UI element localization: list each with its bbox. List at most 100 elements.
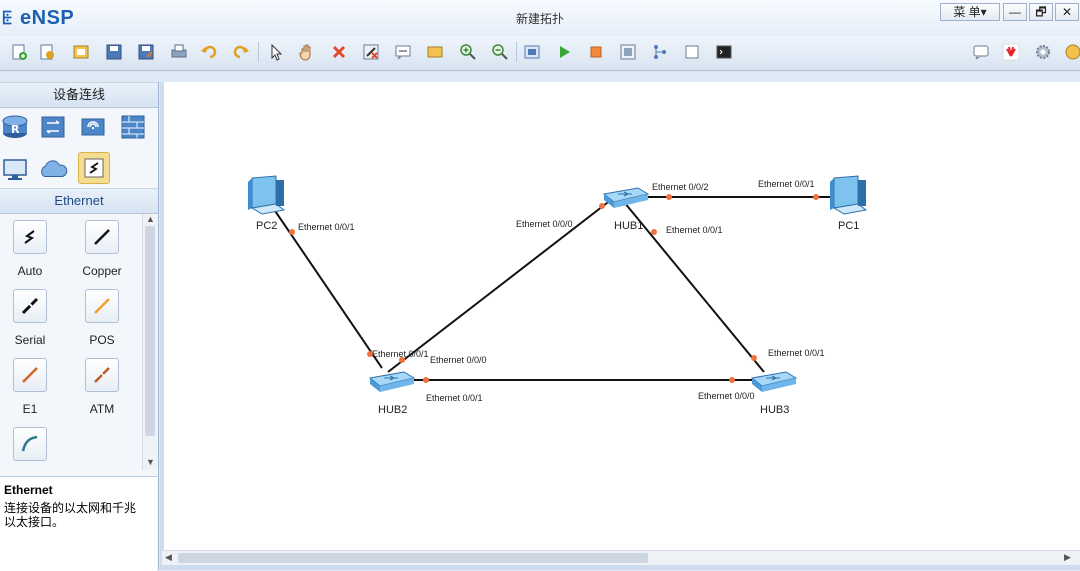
cable-atm[interactable]: ATM bbox=[72, 358, 132, 418]
device-panel: 设备连线 R Ethernet Auto Copper Serial POS E… bbox=[0, 82, 159, 571]
command-line-icon[interactable] bbox=[713, 41, 735, 63]
node-label-hub3: HUB3 bbox=[760, 404, 790, 416]
wlan-icon[interactable] bbox=[78, 112, 108, 142]
cable-description: Ethernet 连接设备的以太网和千兆以太接口。 bbox=[0, 476, 157, 571]
fit-view-icon[interactable] bbox=[521, 41, 543, 63]
save-icon[interactable] bbox=[103, 41, 125, 63]
toolbar bbox=[0, 36, 1080, 71]
open-icon[interactable] bbox=[70, 41, 92, 63]
horizontal-scrollbar-thumb[interactable] bbox=[178, 553, 648, 563]
port-label: Ethernet 0/0/2 bbox=[652, 182, 709, 192]
canvas-frame: PC2 PC1 HUB1 HUB2 HUB3 Ethernet 0/0/1 Et… bbox=[160, 82, 1080, 570]
restore-button[interactable]: 🗗 bbox=[1029, 3, 1053, 21]
port-label: Ethernet 0/0/1 bbox=[372, 349, 429, 359]
new-topology-icon[interactable] bbox=[8, 41, 30, 63]
undo-icon[interactable] bbox=[198, 41, 220, 63]
delete-icon[interactable] bbox=[328, 41, 350, 63]
pc2-device[interactable] bbox=[248, 175, 286, 215]
toolbar-separator bbox=[516, 42, 517, 62]
print-icon[interactable] bbox=[168, 41, 190, 63]
topology-icon[interactable] bbox=[649, 41, 671, 63]
hub2-device[interactable] bbox=[368, 371, 416, 392]
firewall-icon[interactable] bbox=[118, 112, 148, 142]
redo-icon[interactable] bbox=[230, 41, 252, 63]
pan-icon[interactable] bbox=[296, 41, 318, 63]
scroll-down-icon[interactable]: ▼ bbox=[146, 457, 155, 467]
description-text: 连接设备的以太网和千兆以太接口。 bbox=[4, 501, 137, 529]
scroll-left-icon[interactable]: ◀ bbox=[165, 552, 172, 563]
start-device-icon[interactable] bbox=[553, 41, 575, 63]
cable-serial[interactable]: Serial bbox=[0, 289, 60, 349]
save-as-icon[interactable] bbox=[135, 41, 157, 63]
scroll-up-icon[interactable]: ▲ bbox=[146, 214, 155, 224]
window-title: 新建拓扑 bbox=[515, 12, 564, 26]
canvas-horizontal-scrollbar[interactable]: ◀ ▶ bbox=[162, 550, 1080, 565]
cable-label: Serial bbox=[14, 333, 46, 347]
cable-copper[interactable]: Copper bbox=[72, 220, 132, 280]
port-label: Ethernet 0/0/0 bbox=[698, 391, 755, 401]
huawei-icon[interactable] bbox=[1000, 41, 1022, 63]
toolbar-separator bbox=[258, 42, 259, 62]
cable-pos[interactable]: POS bbox=[72, 289, 132, 349]
cable-list-scrollbar[interactable]: ▲ ▼ bbox=[142, 214, 157, 470]
delete-connection-icon[interactable] bbox=[360, 41, 382, 63]
pc-icon[interactable] bbox=[0, 154, 30, 184]
cable-e1[interactable]: E1 bbox=[0, 358, 60, 418]
cable-label: Auto bbox=[17, 264, 43, 278]
new-example-icon[interactable] bbox=[36, 41, 58, 63]
topology-canvas[interactable]: PC2 PC1 HUB1 HUB2 HUB3 Ethernet 0/0/1 Et… bbox=[164, 82, 1080, 550]
rectangle-icon[interactable] bbox=[424, 41, 446, 63]
e1-cable-icon bbox=[13, 358, 47, 392]
select-icon[interactable] bbox=[265, 41, 287, 63]
port-label: Ethernet 0/0/1 bbox=[758, 179, 815, 189]
scroll-right-icon[interactable]: ▶ bbox=[1064, 552, 1071, 563]
svg-text:R: R bbox=[11, 123, 20, 136]
ensp-logo-icon: ꗍ bbox=[2, 8, 13, 28]
copper-cable-icon bbox=[85, 220, 119, 254]
port-label: Ethernet 0/0/0 bbox=[516, 219, 573, 229]
capture-icon[interactable] bbox=[617, 41, 639, 63]
ethernet-section-header: Ethernet bbox=[0, 188, 158, 214]
link-hub2-hub1[interactable] bbox=[387, 195, 617, 373]
app-logo: ꗍ eNSP bbox=[2, 6, 74, 30]
blank-icon[interactable] bbox=[681, 41, 703, 63]
node-label-pc1: PC1 bbox=[838, 220, 860, 232]
hub3-device[interactable] bbox=[750, 371, 798, 392]
ctl-cable-icon bbox=[13, 427, 47, 461]
cable-label: Copper bbox=[82, 264, 122, 278]
serial-cable-icon bbox=[13, 289, 47, 323]
port-label: Ethernet 0/0/1 bbox=[298, 222, 355, 232]
switch-icon[interactable] bbox=[38, 112, 68, 142]
pos-cable-icon bbox=[85, 289, 119, 323]
help-icon[interactable] bbox=[1062, 41, 1080, 63]
cable-auto[interactable]: Auto bbox=[0, 220, 60, 280]
stop-device-icon[interactable] bbox=[585, 41, 607, 63]
description-title: Ethernet bbox=[4, 483, 53, 497]
close-button[interactable]: ✕ bbox=[1055, 3, 1079, 21]
zoom-in-icon[interactable] bbox=[457, 41, 479, 63]
app-name: eNSP bbox=[20, 6, 75, 29]
atm-cable-icon bbox=[85, 358, 119, 392]
settings-icon[interactable] bbox=[1032, 41, 1054, 63]
cable-label: E1 bbox=[22, 402, 38, 416]
port-label: Ethernet 0/0/1 bbox=[426, 393, 483, 403]
menu-button[interactable]: 菜 单▾ bbox=[940, 3, 1000, 21]
scrollbar-thumb[interactable] bbox=[145, 226, 155, 436]
router-icon[interactable]: R bbox=[0, 112, 30, 142]
cloud-icon[interactable] bbox=[38, 154, 68, 184]
zoom-out-icon[interactable] bbox=[489, 41, 511, 63]
node-label-pc2: PC2 bbox=[256, 220, 278, 232]
text-icon[interactable] bbox=[392, 41, 414, 63]
cable-label: POS bbox=[89, 333, 115, 347]
title-bar: ꗍ eNSP 新建拓扑 菜 单▾ — 🗗 ✕ bbox=[0, 0, 1080, 37]
connection-icon[interactable] bbox=[78, 152, 110, 184]
feedback-icon[interactable] bbox=[970, 41, 992, 63]
port-label: Ethernet 0/0/1 bbox=[666, 225, 723, 235]
hub1-device[interactable] bbox=[602, 187, 650, 208]
topology-diagram bbox=[248, 175, 868, 392]
node-label-hub1: HUB1 bbox=[614, 220, 644, 232]
port-label: Ethernet 0/0/0 bbox=[430, 355, 487, 365]
pc1-device[interactable] bbox=[830, 175, 868, 215]
port-label: Ethernet 0/0/1 bbox=[768, 348, 825, 358]
minimize-button[interactable]: — bbox=[1003, 3, 1027, 21]
